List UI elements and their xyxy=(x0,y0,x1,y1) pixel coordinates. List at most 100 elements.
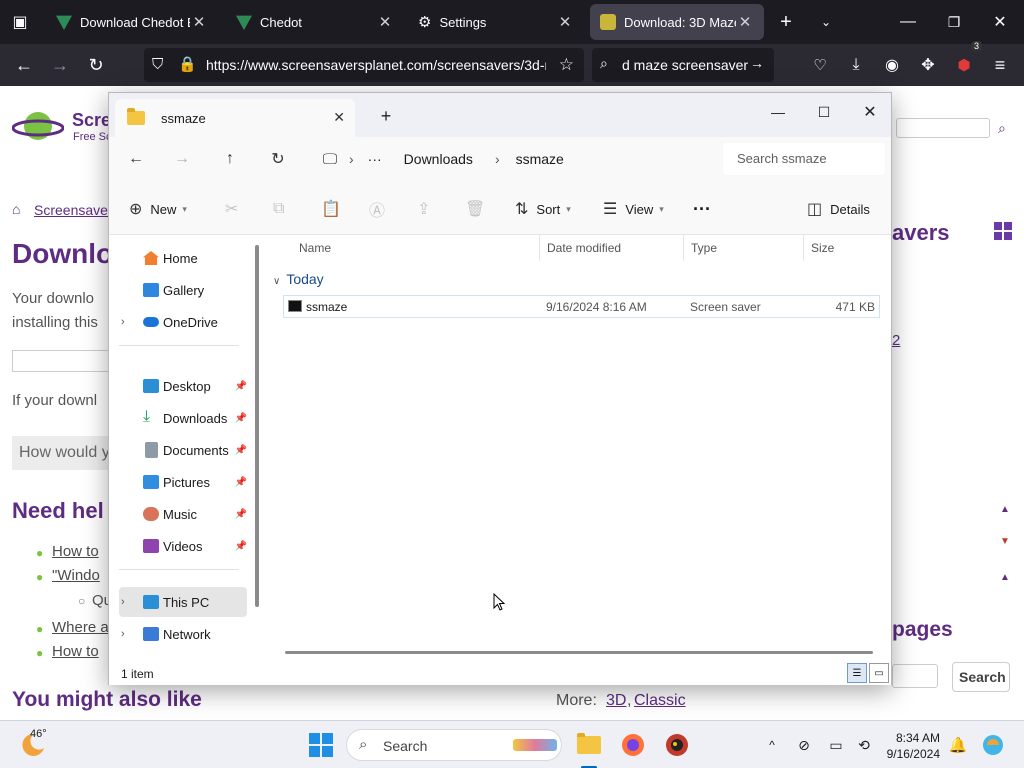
restore-button[interactable]: ❐ xyxy=(936,4,972,40)
column-header-name[interactable]: Name xyxy=(299,241,331,261)
list-tabs-chevron-icon[interactable]: ⌄ xyxy=(808,4,844,40)
back-button[interactable]: ← xyxy=(121,145,151,173)
browser-tab-3d-maze[interactable]: Download: 3D Maze - S ✕ xyxy=(590,4,764,40)
go-arrow-icon[interactable]: → xyxy=(750,55,764,71)
search-bar[interactable]: ⌕ d maze screensaver → xyxy=(592,48,774,82)
chevron-right-icon[interactable]: › xyxy=(121,628,125,640)
paste-button[interactable]: 📋 xyxy=(321,195,349,223)
chedot-taskbar-icon[interactable] xyxy=(660,729,694,761)
file-name[interactable]: ssmaze xyxy=(306,300,347,314)
network-off-icon[interactable]: ⊘ xyxy=(792,729,816,761)
forward-button[interactable]: → xyxy=(42,47,78,83)
help-link[interactable]: Where a xyxy=(52,619,109,636)
sidebar-link[interactable]: 2 xyxy=(892,332,900,349)
breadcrumb-more[interactable]: ··· xyxy=(368,151,382,167)
share-button[interactable]: ⇪ xyxy=(417,195,438,223)
display-icon[interactable]: ▭ xyxy=(824,729,848,761)
maximize-button[interactable]: ☐ xyxy=(801,97,847,127)
start-button[interactable] xyxy=(306,729,336,761)
url-text[interactable]: https://www.screensaversplanet.com/scree… xyxy=(206,57,546,73)
new-tab-button[interactable]: + xyxy=(768,4,804,40)
nav-item-gallery[interactable]: Gallery xyxy=(119,277,247,303)
cut-button[interactable]: ✂ xyxy=(225,195,246,223)
feedback-question[interactable]: How would y xyxy=(12,436,112,470)
column-header-size[interactable]: Size xyxy=(811,241,834,261)
reload-button[interactable]: ↻ xyxy=(78,47,114,83)
more-link-3d[interactable]: 3D xyxy=(606,692,626,710)
browser-tab-settings[interactable]: ⚙ Settings ✕ xyxy=(408,4,584,40)
close-icon[interactable]: ✕ xyxy=(190,13,208,31)
search-icon[interactable]: ⌕ xyxy=(998,120,1006,137)
site-logo-text[interactable]: Scre xyxy=(72,110,111,131)
close-icon[interactable]: ✕ xyxy=(376,13,394,31)
details-button[interactable]: ◫ Details xyxy=(807,195,870,223)
new-tab-button[interactable]: + xyxy=(363,101,409,131)
rename-button[interactable]: Ⓐ xyxy=(369,195,393,223)
bell-icon[interactable]: 🔔 xyxy=(946,729,970,761)
url-bar[interactable]: ⛉ 🔒 https://www.screensaversplanet.com/s… xyxy=(144,48,584,82)
nav-item-onedrive[interactable]: › OneDrive xyxy=(119,309,247,335)
chevron-right-icon[interactable]: › xyxy=(121,316,125,328)
breadcrumb-link[interactable]: Screensavers xyxy=(34,202,120,218)
nav-item-downloads[interactable]: ⤓ Downloads 📌 xyxy=(119,405,247,431)
minimize-button[interactable]: — xyxy=(890,4,926,40)
group-header-today[interactable]: ∨ Today xyxy=(273,271,324,287)
more-link-classic[interactable]: Classic xyxy=(634,692,686,710)
column-divider[interactable] xyxy=(539,235,540,261)
search-query-text[interactable]: d maze screensaver xyxy=(622,57,748,73)
browser-tab-chedot-download[interactable]: Download Chedot Bro ✕ xyxy=(46,4,218,40)
browser-tab-chedot[interactable]: Chedot ✕ xyxy=(226,4,404,40)
taskbar-search[interactable]: ⌕ Search xyxy=(346,729,562,761)
search-input[interactable]: Search ssmaze xyxy=(723,143,885,175)
new-button[interactable]: ⊕ New ▾ xyxy=(129,195,187,223)
close-window-button[interactable]: ✕ xyxy=(982,4,1018,40)
weather-temp[interactable]: 46° xyxy=(30,727,47,741)
sync-icon[interactable]: ⟲ xyxy=(852,729,876,761)
ublock-icon[interactable]: ⬢ 3 xyxy=(946,41,982,83)
close-icon[interactable]: ✕ xyxy=(333,109,345,126)
explorer-tab[interactable]: ssmaze ✕ xyxy=(115,99,355,137)
nav-item-documents[interactable]: Documents 📌 xyxy=(119,437,247,463)
search-button[interactable]: Search xyxy=(952,662,1010,692)
copilot-icon[interactable] xyxy=(980,729,1006,761)
file-explorer-taskbar-icon[interactable] xyxy=(572,729,606,768)
up-button[interactable]: ↑ xyxy=(215,145,245,173)
breadcrumb-ssmaze[interactable]: ssmaze xyxy=(516,151,564,167)
minimize-button[interactable]: — xyxy=(755,97,801,127)
chevron-up-icon[interactable]: ^ xyxy=(760,729,784,761)
firefox-taskbar-icon[interactable] xyxy=(616,729,650,761)
close-window-button[interactable]: ✕ xyxy=(847,97,893,127)
tab-overview-icon[interactable]: ▣ xyxy=(2,4,38,40)
nav-item-network[interactable]: › Network xyxy=(119,621,247,647)
pocket-icon[interactable]: ♡ xyxy=(802,47,838,83)
nav-item-home[interactable]: Home xyxy=(119,245,247,271)
nav-scrollbar[interactable] xyxy=(255,245,259,607)
sort-button[interactable]: ⇅ Sort ▾ xyxy=(515,195,571,223)
planet-logo-icon[interactable] xyxy=(11,106,65,146)
nav-item-videos[interactable]: Videos 📌 xyxy=(119,533,247,559)
breadcrumb[interactable]: › ··· Downloads › ssmaze xyxy=(311,144,715,174)
column-header-date[interactable]: Date modified xyxy=(547,241,621,261)
details-view-icon[interactable]: ☰ xyxy=(847,663,867,683)
menu-icon[interactable]: ≡ xyxy=(982,47,1018,83)
copy-button[interactable]: ⧉ xyxy=(273,195,292,223)
collapse-arrow-icon[interactable]: ▲ xyxy=(1000,504,1010,515)
column-header-type[interactable]: Type xyxy=(691,241,717,261)
account-icon[interactable]: ◉ xyxy=(874,47,910,83)
horizontal-scrollbar[interactable] xyxy=(285,651,873,654)
nav-item-music[interactable]: Music 📌 xyxy=(119,501,247,527)
home-icon[interactable]: ⌂ xyxy=(12,201,20,217)
expand-arrow-icon[interactable]: ▼ xyxy=(1000,536,1010,547)
delete-button[interactable]: 🗑 xyxy=(465,195,493,223)
sidebar-search-input[interactable] xyxy=(892,664,938,688)
nav-item-pictures[interactable]: Pictures 📌 xyxy=(119,469,247,495)
bookmark-star-icon[interactable]: ☆ xyxy=(559,55,574,75)
shield-icon[interactable]: ⛉ xyxy=(152,56,163,73)
chevron-right-icon[interactable]: › xyxy=(121,596,125,608)
more-options-button[interactable]: ··· xyxy=(693,195,711,223)
help-link[interactable]: "Windo xyxy=(52,567,100,584)
extensions-icon[interactable]: ✥ xyxy=(910,47,946,83)
nav-item-desktop[interactable]: Desktop 📌 xyxy=(119,373,247,399)
lock-icon[interactable]: 🔒 xyxy=(178,55,197,73)
close-icon[interactable]: ✕ xyxy=(736,13,754,31)
